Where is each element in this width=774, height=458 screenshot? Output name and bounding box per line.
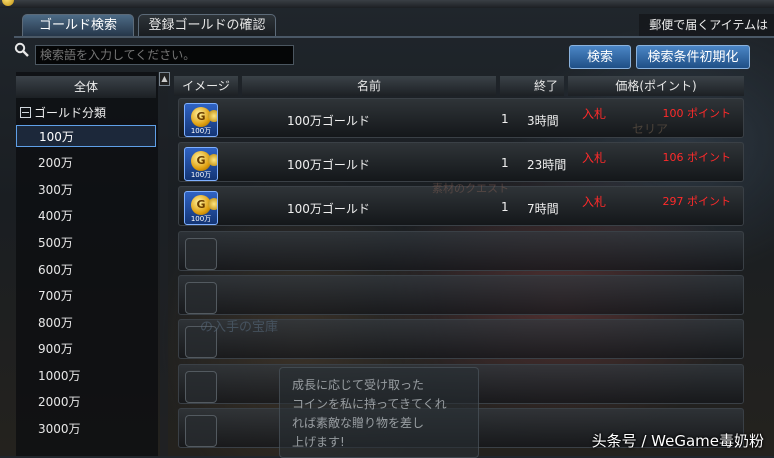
column-header-end[interactable]: 終了 (500, 76, 564, 96)
speech-line: コインを私に持ってきてくれ (292, 397, 447, 411)
scroll-up-icon[interactable]: ▲ (159, 72, 170, 86)
empty-slot (185, 282, 217, 314)
category-item-2000man[interactable]: 2000万 (16, 391, 156, 413)
bid-button[interactable]: 入札 (582, 193, 606, 210)
window-top-strip (0, 0, 774, 8)
item-quantity: 1 (501, 112, 509, 126)
category-item-3000man[interactable]: 3000万 (16, 418, 156, 440)
column-header-image: イメージ (174, 76, 238, 96)
background-banner-text: の入手の宝庫 (200, 320, 279, 335)
category-item-1000man[interactable]: 1000万 (16, 365, 156, 387)
sidebar-scrollbar[interactable] (160, 86, 168, 456)
category-item-400man[interactable]: 400万 (16, 205, 156, 227)
npc-speech-bubble: 成長に応じて受け取った コインを私に持ってきてくれ れば素敵な贈り物を差し 上げ… (279, 367, 479, 458)
category-item-500man[interactable]: 500万 (16, 232, 156, 254)
gold-coin-icon: G 100万 (184, 103, 218, 137)
background-label: 素材のクエスト (432, 182, 509, 195)
collapse-icon[interactable] (20, 107, 31, 118)
item-name: 100万ゴールド (287, 202, 370, 216)
empty-slot (185, 371, 217, 403)
tab-registered-gold[interactable]: 登録ゴールドの確認 (138, 14, 276, 37)
item-price: 297 ポイント (662, 195, 732, 208)
category-item-900man[interactable]: 900万 (16, 338, 156, 360)
category-item-300man[interactable]: 300万 (16, 179, 156, 201)
category-item-100man[interactable]: 100万 (16, 125, 156, 147)
item-time-left: 23時間 (527, 158, 567, 172)
speech-line: 成長に応じて受け取った (292, 378, 425, 392)
category-all[interactable]: 全体 (16, 76, 156, 98)
item-name: 100万ゴールド (287, 114, 370, 128)
speech-line: 上げます! (292, 435, 345, 449)
category-group-gold[interactable]: ゴールド分類 (16, 102, 156, 124)
gold-coin-icon: G 100万 (184, 147, 218, 181)
reset-filters-button[interactable]: 検索条件初期化 (636, 45, 750, 69)
item-quantity: 1 (501, 156, 509, 170)
empty-slot (185, 415, 217, 447)
category-item-800man[interactable]: 800万 (16, 312, 156, 334)
search-icon (14, 42, 29, 57)
category-item-700man[interactable]: 700万 (16, 285, 156, 307)
item-price: 100 ポイント (662, 107, 732, 120)
tab-gold-search[interactable]: ゴールド検索 (22, 14, 134, 37)
empty-row (178, 231, 744, 271)
bid-button[interactable]: 入札 (582, 149, 606, 166)
empty-slot (185, 238, 217, 270)
column-header-price[interactable]: 価格(ポイント) (568, 76, 744, 96)
item-price: 106 ポイント (662, 151, 732, 164)
item-name: 100万ゴールド (287, 158, 370, 172)
mail-notice: 郵便で届くアイテムは (639, 14, 774, 36)
speech-line: れば素敵な贈り物を差し (292, 416, 425, 430)
search-input[interactable] (35, 45, 294, 65)
item-quantity: 1 (501, 200, 509, 214)
item-time-left: 3時間 (527, 114, 559, 128)
table-row[interactable]: G 100万 100万ゴールド 1 23時間 入札 106 ポイント (178, 142, 744, 182)
tab-divider (14, 36, 774, 38)
gold-coin-icon: G 100万 (184, 191, 218, 225)
npc-name-label: セリア (632, 122, 669, 136)
item-time-left: 7時間 (527, 202, 559, 216)
column-header-name[interactable]: 名前 (242, 76, 496, 96)
category-group-label: ゴールド分類 (34, 106, 107, 120)
bid-button[interactable]: 入札 (582, 105, 606, 122)
category-item-600man[interactable]: 600万 (16, 259, 156, 281)
empty-row (178, 275, 744, 315)
category-item-200man[interactable]: 200万 (16, 152, 156, 174)
search-button[interactable]: 検索 (569, 45, 631, 69)
watermark-text: 头条号 / WeGame毒奶粉 (591, 432, 764, 450)
